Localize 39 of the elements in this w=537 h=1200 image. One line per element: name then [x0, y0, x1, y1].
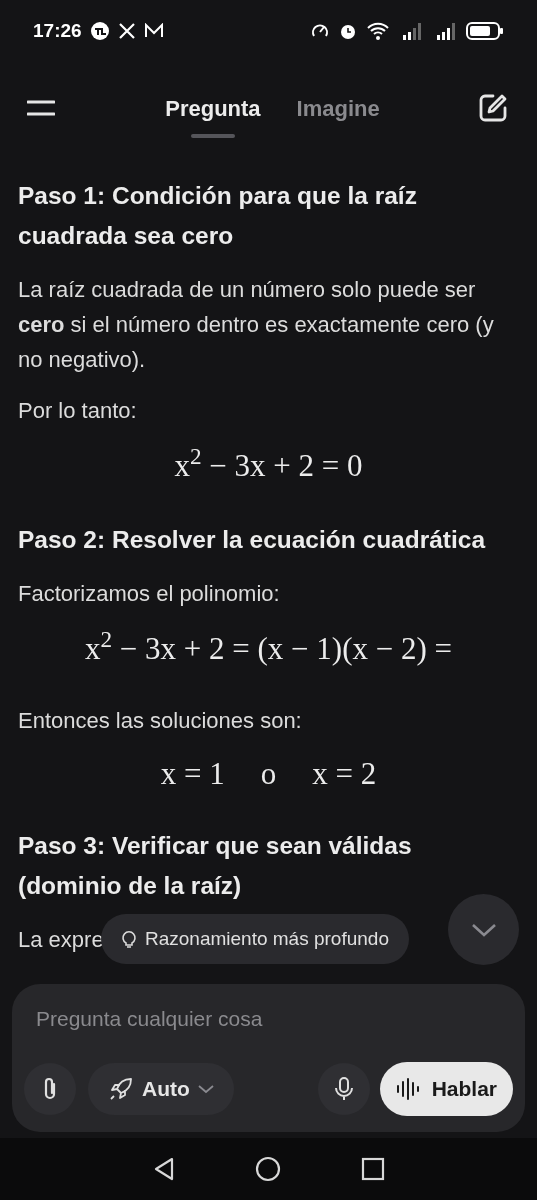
waveform-icon	[395, 1078, 420, 1100]
tab[interactable]: Pregunta	[165, 78, 261, 138]
home-icon[interactable]	[254, 1156, 281, 1182]
chip-label: Razonamiento más profundo	[145, 926, 389, 951]
edit-icon	[477, 92, 509, 124]
battery-icon	[466, 21, 504, 41]
message-input[interactable]: Pregunta cualquier cosa	[24, 1002, 513, 1036]
speak-button[interactable]: Hablar	[379, 1062, 513, 1116]
attach-button[interactable]	[24, 1063, 76, 1115]
equation: o	[260, 755, 277, 793]
signal-icon	[436, 21, 458, 41]
equation: x = 1	[160, 755, 225, 793]
rocket-icon	[108, 1076, 134, 1102]
menu-icon	[27, 100, 55, 116]
mail-icon	[143, 23, 164, 39]
section-heading: Paso 2: Resolver la ecuación cuadrática	[18, 525, 487, 555]
wifi-icon	[366, 21, 390, 41]
reasoning-chip[interactable]: Razonamiento más profundo	[101, 914, 409, 964]
signal-icon	[402, 21, 424, 41]
lightbulb-icon	[121, 929, 137, 949]
section-heading: Paso 1: Condición para que la raíz cuadrada sea cero	[18, 181, 418, 251]
paragraph: La raíz cuadrada de un número solo puede ser cero si el número dentro es exactamente cero (y no negativo).	[18, 276, 495, 374]
recents-icon[interactable]	[360, 1157, 385, 1181]
equation: x$^{2}$ − 3x + 2 = 0	[174, 446, 363, 485]
x-logo-icon	[117, 22, 136, 40]
paragraph: Factorizamos el polinomio:	[18, 580, 281, 608]
paragraph: Entonces las soluciones son:	[18, 707, 303, 735]
mode-selector[interactable]: Auto	[88, 1063, 234, 1115]
equation: x = 2	[312, 755, 377, 793]
microphone-icon	[332, 1076, 355, 1102]
chevron-down-icon	[197, 1084, 214, 1094]
section-heading: Paso 3: Verificar que sean válidas (dominio de la raíz)	[18, 831, 413, 901]
chevron-down-icon	[470, 921, 497, 938]
paragraph: Por lo tanto:	[18, 397, 138, 425]
equation: x$^{2}$ − 3x + 2 = (x − 1)(x − 2) =	[84, 629, 453, 668]
back-icon[interactable]	[152, 1157, 175, 1181]
clock: 17:26	[33, 18, 82, 43]
tab[interactable]: Imagine	[296, 78, 380, 138]
app-logo-icon	[89, 21, 110, 41]
